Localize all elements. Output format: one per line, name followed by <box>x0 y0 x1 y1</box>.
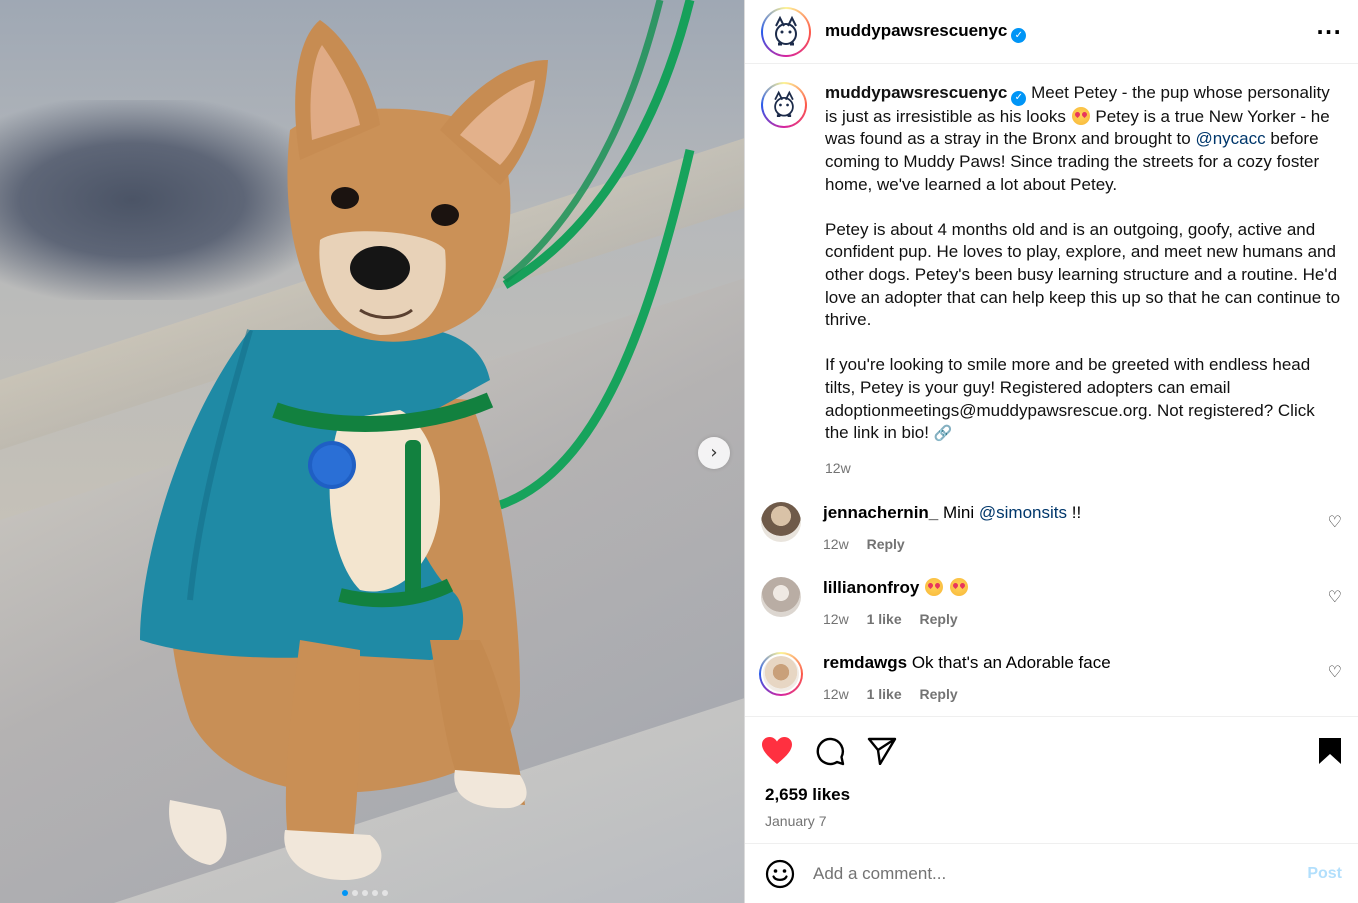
caption-avatar[interactable] <box>761 82 807 128</box>
post-details-panel: muddypawsrescuenyc ✓ ··· muddypawsrescue… <box>744 0 1358 903</box>
caption-username[interactable]: muddypawsrescuenyc <box>825 83 1007 102</box>
author-avatar[interactable] <box>761 6 811 57</box>
reply-button[interactable]: Reply <box>867 536 905 552</box>
comment-time: 12w <box>823 535 849 552</box>
comment-like-icon[interactable]: ♡ <box>1328 512 1342 531</box>
carousel-dot <box>372 890 378 896</box>
comment-like-icon[interactable]: ♡ <box>1328 587 1342 606</box>
heart-filled-icon[interactable] <box>761 736 793 766</box>
comment-input[interactable] <box>813 863 1308 884</box>
commenter-avatar[interactable] <box>759 651 803 696</box>
reply-button[interactable]: Reply <box>920 686 958 702</box>
mention-link[interactable]: @simonsits <box>979 503 1067 522</box>
post-comment-button[interactable]: Post <box>1307 865 1342 883</box>
post-header: muddypawsrescuenyc ✓ ··· <box>745 0 1358 64</box>
carousel-dot <box>342 890 348 896</box>
caption-time: 12w <box>825 459 851 476</box>
comment-username[interactable]: remdawgs <box>823 653 907 672</box>
comment-item: lillianonfroy 12w 1 like Reply ♡ <box>761 576 1342 630</box>
carousel-dot <box>362 890 368 896</box>
carousel-dot <box>382 890 388 896</box>
comment-like-icon[interactable]: ♡ <box>1328 662 1342 681</box>
caption-text: muddypawsrescuenyc ✓ Meet Petey - the pup… <box>825 83 1341 443</box>
carousel-next-button[interactable]: › <box>698 437 730 469</box>
post-photo[interactable]: › <box>0 0 744 903</box>
likes-count[interactable]: 2,659 likes <box>745 785 1358 805</box>
bookmark-filled-icon[interactable] <box>1318 737 1342 765</box>
commenter-avatar[interactable] <box>761 501 801 542</box>
mention-link[interactable]: @nycacc <box>1195 129 1265 148</box>
add-comment-bar: Post <box>745 843 1358 903</box>
dog-logo-icon <box>774 90 794 117</box>
carousel-dots <box>342 890 388 896</box>
reply-button[interactable]: Reply <box>920 611 958 627</box>
comment-username[interactable]: lillianonfroy <box>823 578 919 597</box>
caption-block: muddypawsrescuenyc ✓ Meet Petey - the pup… <box>761 82 1342 476</box>
post-date[interactable]: January 7 <box>745 805 1358 829</box>
action-bar <box>745 717 1358 785</box>
heart-eyes-emoji-icon <box>1071 106 1090 125</box>
comment-icon[interactable] <box>815 736 845 766</box>
verified-badge-icon: ✓ <box>1011 27 1027 43</box>
comment-time: 12w <box>823 685 849 702</box>
comment-item: remdawgs Ok that's an Adorable face 12w … <box>759 651 1342 705</box>
comment-item: jennachernin_ Mini @simonsits !! 12w Rep… <box>761 501 1342 555</box>
more-options-icon[interactable]: ··· <box>1316 20 1342 44</box>
post-modal: › muddypawsrescuenyc ✓ ··· muddypawsresc… <box>0 0 1358 903</box>
comment-username[interactable]: jennachernin_ <box>823 503 938 522</box>
chevron-right-icon: › <box>710 442 718 463</box>
dog-illustration <box>140 0 695 880</box>
commenter-avatar[interactable] <box>761 576 801 617</box>
heart-eyes-emoji-icon <box>925 577 944 596</box>
comment-likes-count[interactable]: 1 like <box>867 611 902 627</box>
comment-likes-count[interactable]: 1 like <box>867 686 902 702</box>
link-icon: 🔗 <box>933 425 953 443</box>
carousel-dot <box>352 890 358 896</box>
share-icon[interactable] <box>867 737 897 765</box>
emoji-smile-icon[interactable] <box>765 859 795 889</box>
comment-time: 12w <box>823 610 849 627</box>
comments-scroll-area[interactable]: muddypawsrescuenyc ✓ Meet Petey - the pup… <box>745 64 1358 717</box>
verified-badge-icon: ✓ <box>1011 90 1027 106</box>
author-username[interactable]: muddypawsrescuenyc ✓ <box>825 21 1027 43</box>
dog-logo-icon <box>775 15 797 45</box>
heart-eyes-emoji-icon <box>949 577 968 596</box>
caption-paragraph: If you're looking to smile more and be g… <box>825 355 1315 443</box>
caption-paragraph: Petey is about 4 months old and is an ou… <box>825 219 1341 330</box>
